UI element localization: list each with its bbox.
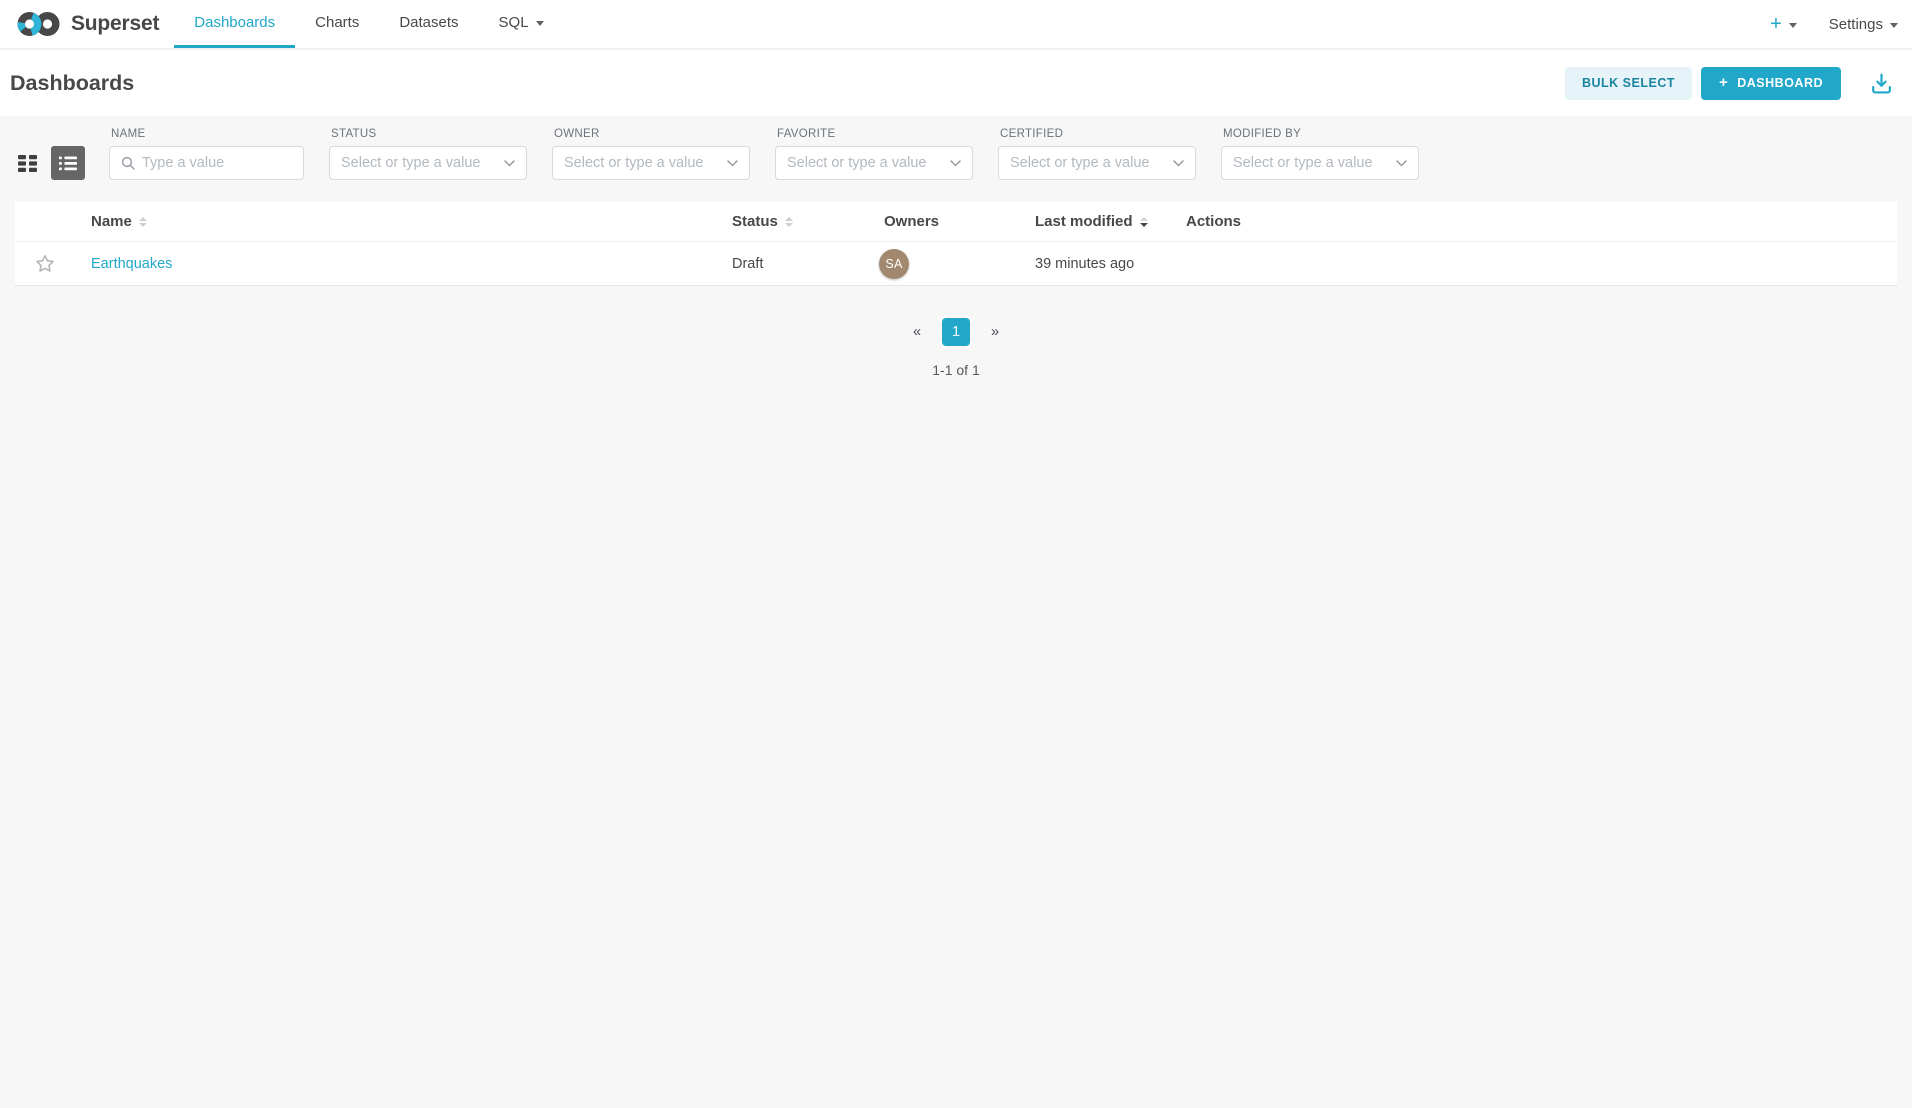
new-dashboard-button[interactable]: + DASHBOARD: [1701, 67, 1841, 100]
page-1-button[interactable]: 1: [942, 318, 970, 346]
navbar: Superset Dashboards Charts Datasets SQL …: [0, 0, 1912, 50]
plus-icon: +: [1719, 74, 1728, 91]
status-filter-select[interactable]: Select or type a value: [329, 146, 527, 180]
filter-owner: OWNER Select or type a value: [552, 128, 750, 180]
star-icon: [35, 254, 55, 274]
filter-name: NAME: [109, 128, 304, 180]
navbar-right: + Settings: [1770, 0, 1898, 48]
filter-label: MODIFIED BY: [1221, 128, 1419, 140]
caret-down-icon: [1890, 23, 1898, 28]
nav-item-datasets[interactable]: Datasets: [379, 0, 478, 48]
owner-filter-select[interactable]: Select or type a value: [552, 146, 750, 180]
chevron-down-icon: [504, 160, 515, 167]
chevron-down-icon: [727, 160, 738, 167]
dashboards-table: Name Status Owners Last modified Actions: [15, 202, 1897, 286]
main-nav: Dashboards Charts Datasets SQL: [174, 0, 563, 48]
card-view-toggle[interactable]: [18, 154, 37, 173]
table-header-row: Name Status Owners Last modified Actions: [15, 202, 1897, 242]
brand-name: Superset: [71, 12, 159, 36]
pagination-summary: 1-1 of 1: [0, 362, 1912, 378]
settings-menu[interactable]: Settings: [1829, 16, 1898, 33]
list-view-icon: [59, 156, 77, 171]
nav-item-dashboards[interactable]: Dashboards: [174, 0, 295, 48]
column-header-name[interactable]: Name: [75, 213, 717, 230]
dashboard-list-body: NAME STATUS Select or type a value: [0, 116, 1912, 378]
view-toggles: [18, 146, 85, 180]
filter-modified-by: MODIFIED BY Select or type a value: [1221, 128, 1419, 180]
favorite-star-button[interactable]: [35, 254, 55, 274]
caret-down-icon: [536, 21, 544, 26]
plus-icon: +: [1770, 14, 1782, 34]
name-filter-input-wrap: [109, 146, 304, 180]
pagination: « 1 »: [0, 318, 1912, 346]
name-filter-input[interactable]: [142, 155, 292, 171]
favorite-filter-select[interactable]: Select or type a value: [775, 146, 973, 180]
filter-label: CERTIFIED: [998, 128, 1196, 140]
last-modified-cell: 39 minutes ago: [1020, 256, 1171, 272]
superset-logo[interactable]: Superset: [16, 0, 159, 48]
dashboard-link[interactable]: Earthquakes: [91, 256, 172, 272]
chevron-down-icon: [950, 160, 961, 167]
nav-item-sql[interactable]: SQL: [479, 0, 564, 48]
filter-bar: NAME STATUS Select or type a value: [0, 128, 1912, 180]
prev-page-button[interactable]: «: [903, 318, 931, 346]
column-header-owners: Owners: [869, 213, 1020, 230]
column-header-status[interactable]: Status: [717, 213, 869, 230]
nav-item-charts[interactable]: Charts: [295, 0, 379, 48]
column-header-actions: Actions: [1171, 213, 1897, 230]
filter-label: NAME: [109, 128, 304, 140]
filter-label: OWNER: [552, 128, 750, 140]
filter-favorite: FAVORITE Select or type a value: [775, 128, 973, 180]
sort-icon: [139, 217, 147, 227]
filter-label: STATUS: [329, 128, 527, 140]
bulk-select-button[interactable]: BULK SELECT: [1565, 67, 1692, 100]
sort-icon: [1140, 217, 1148, 227]
certified-filter-select[interactable]: Select or type a value: [998, 146, 1196, 180]
card-view-icon: [18, 154, 37, 173]
caret-down-icon: [1789, 23, 1797, 28]
column-header-last-modified[interactable]: Last modified: [1020, 213, 1171, 230]
download-icon: [1868, 70, 1895, 97]
table-row: Earthquakes Draft SA 39 minutes ago: [15, 242, 1897, 286]
search-icon: [121, 156, 135, 170]
page-title: Dashboards: [10, 71, 134, 96]
next-page-button[interactable]: »: [981, 318, 1009, 346]
new-item-menu[interactable]: +: [1770, 14, 1797, 34]
page-header: Dashboards BULK SELECT + DASHBOARD: [0, 50, 1912, 116]
filter-label: FAVORITE: [775, 128, 973, 140]
list-view-toggle[interactable]: [51, 146, 85, 180]
filter-status: STATUS Select or type a value: [329, 128, 527, 180]
filter-certified: CERTIFIED Select or type a value: [998, 128, 1196, 180]
status-cell: Draft: [717, 256, 869, 272]
owner-avatar[interactable]: SA: [879, 249, 909, 279]
modified-by-filter-select[interactable]: Select or type a value: [1221, 146, 1419, 180]
chevron-down-icon: [1396, 160, 1407, 167]
superset-infinity-icon: [16, 9, 62, 39]
chevron-down-icon: [1173, 160, 1184, 167]
sort-icon: [785, 217, 793, 227]
export-dashboards-button[interactable]: [1868, 70, 1895, 97]
